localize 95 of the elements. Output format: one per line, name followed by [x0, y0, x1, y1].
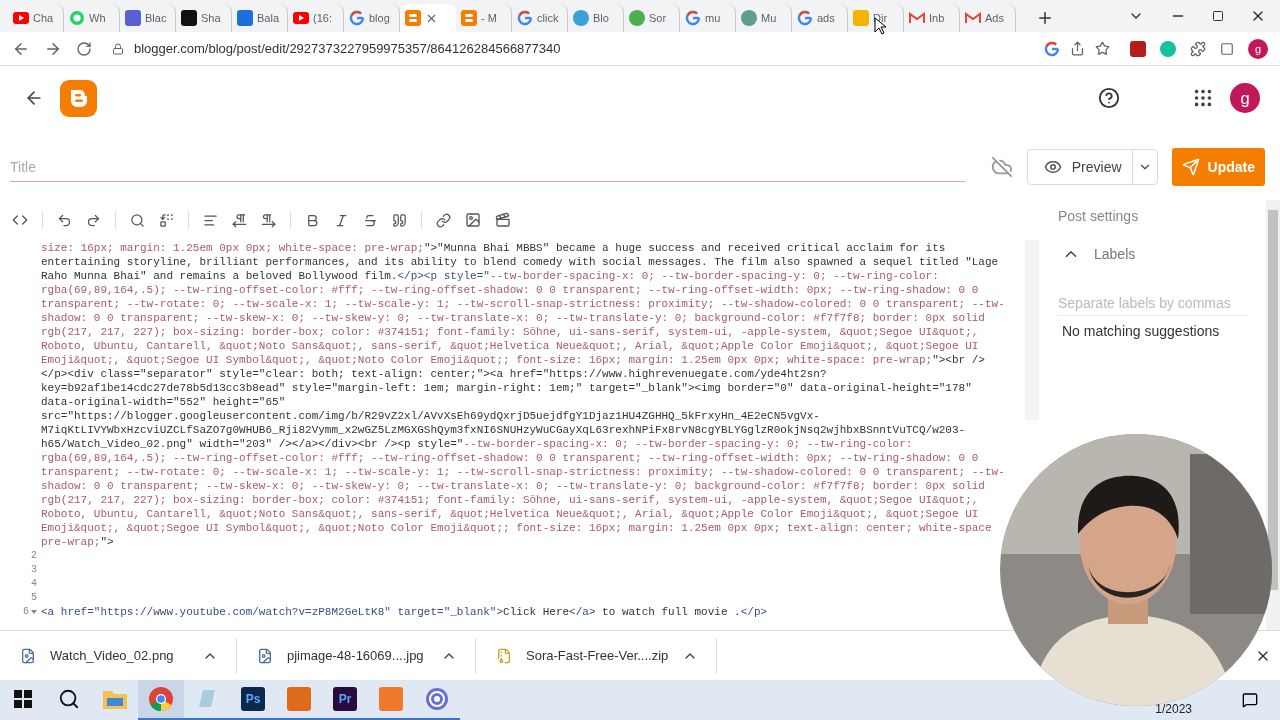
mail-icon: [965, 12, 981, 24]
line-number: 4: [31, 577, 37, 591]
code-line: pre-wrap;">: [41, 535, 114, 549]
bookmark-icon[interactable]: [1095, 41, 1110, 56]
undo-icon[interactable]: [57, 212, 72, 228]
cloud-off-icon: [990, 156, 1013, 178]
download-item[interactable]: pjimage-48-16069....jpg: [287, 648, 427, 663]
code-line: entertaining storyline, brilliant performances, and its ability to blend comedy with social messages. The film also spawned a sequel titled "Lage: [41, 255, 999, 269]
bold-icon[interactable]: [305, 212, 320, 228]
code-line: size: 16px; margin: 1.25em 0px 0px; white-space: pre-wrap;">"Munna Bhai MBBS" became a huge success and received critical acclaim for its: [41, 241, 946, 255]
line-number: 5: [31, 591, 37, 605]
lock-icon: [112, 42, 124, 55]
reload-icon[interactable]: [76, 40, 92, 57]
blogger-logo[interactable]: [60, 79, 97, 117]
code-line: transparent; --tw-rotate: 0; --tw-scale-x: 1; --tw-scale-y: 1; --tw-scroll-snap-strictness: proximity; --tw-shadow-colored: 0 0 transparent; --tw-: [41, 465, 1005, 479]
chrome-icon[interactable]: [149, 687, 173, 711]
profile-avatar[interactable]: g: [1248, 38, 1268, 59]
download-item[interactable]: Sora-Fast-Free-Ver....zip: [526, 648, 669, 663]
panel-heading: Post settings: [1058, 208, 1140, 226]
code-view-icon[interactable]: [12, 212, 28, 228]
code-line: </p><div class="separator" style="clear: both; text-align: center;"><a href="https://www.highrevenuegate.com/yde4ht2sn?: [41, 367, 827, 381]
code-line: transparent; --tw-rotate: 0; --tw-scale-x: 1; --tw-scale-y: 1; --tw-scroll-snap-strictness: proximity; --tw-shadow-colored: 0 0 transparent; --tw-: [41, 297, 1005, 311]
extensions-icon[interactable]: [1190, 40, 1206, 57]
replace-icon[interactable]: [159, 212, 174, 228]
code-line: data-original-width="552" height="65": [41, 395, 286, 409]
browser-tab[interactable]: [400, 4, 456, 32]
google-icon: [797, 10, 813, 26]
suggestion-text: No matching suggestions: [1061, 323, 1221, 339]
line-number: 6: [23, 605, 29, 619]
code-line: rgb(217, 217, 227); box-sizing: border-box; color: #374151; font-family: Söhne, ui-sans-serif, system-ui, -apple-system, &quot;Segoe UI&quot;,: [41, 325, 979, 339]
pilcrow-icon[interactable]: [232, 212, 247, 228]
code-line: src="https://blogger.googleusercontent.com/img/b/R29vZ2xl/AVvXsEh69ydQxrjD5uejdfgY1Djaz1HU4ZGHHQ_5kFrxyHn_4E2eCN5vgVx-: [41, 409, 820, 423]
line-number: 2: [31, 549, 37, 563]
windows-icon[interactable]: [14, 690, 32, 708]
align-icon[interactable]: [203, 212, 218, 228]
google-icon: [517, 10, 533, 26]
code-line: shadow: 0 0 transparent; --tw-skew-x: 0; --tw-skew-y: 0; --tw-translate-x: 0; --tw-translate-y: 0; background-color: #f7f7f8; border: 0px solid: [41, 311, 985, 325]
zip-file-icon: [496, 647, 512, 664]
folder-icon[interactable]: [103, 689, 127, 709]
blogger-icon: [461, 10, 477, 26]
side-panel-icon[interactable]: [1220, 41, 1234, 56]
code-line: rgb(217, 217, 227); box-sizing: border-box; color: #374151; font-family: Söhne, ui-sans-serif, system-ui, -apple-system, &quot;Segoe UI&quot;,: [41, 493, 979, 507]
code-line: M7iqKtLIVYWbxHzcviUZCLfSaZO7g0WHUB6_Rji82Vymm_x2wGZ5LzMGXGShQym3fxNI6SNUHzyWuCGayXqL63rexhNPiFx8rvN8cgYBLYGglzR0okjNsq2wjhbxBSnntVuTCQ/w203-: [41, 423, 966, 437]
line-number: 3: [31, 563, 37, 577]
restore-icon[interactable]: [1212, 10, 1224, 22]
clapperboard-icon[interactable]: [495, 212, 511, 228]
code-line: Emoji&quot;, &quot;Segoe UI Symbol&quot;, &quot;Noto Color Emoji&quot;; font-size: 16px; margin: 1.25em 0px 0px; text-align: center; white-space: [41, 521, 992, 535]
google-icon: [349, 10, 365, 26]
extension-icon[interactable]: [1130, 40, 1146, 57]
clock-text: 1/2023: [1155, 702, 1192, 716]
app-icon[interactable]: Ps: [241, 687, 265, 711]
code-line: Raho Munna Bhai" and remains a beloved Bollywood film.</p><p style="--tw-border-spacing-x: 0; --tw-border-spacing-y: 0; --tw-ring-color:: [41, 269, 939, 283]
chat-bubble-icon: [69, 10, 85, 26]
link-icon[interactable]: [436, 212, 451, 228]
search-icon[interactable]: [58, 688, 80, 710]
eye-icon: [1043, 158, 1062, 176]
redo-icon[interactable]: [86, 212, 101, 228]
notification-icon[interactable]: [1242, 692, 1258, 708]
image-file-icon: [20, 647, 36, 664]
quote-icon[interactable]: [392, 212, 407, 228]
video-play-icon: [293, 12, 309, 24]
code-line: rgba(69,89,164,.5); --tw-ring-offset-color: #fff; --tw-ring-offset-shadow: 0 0 transparent; --tw-ring-offset-width: 0px; --tw-ring-shadow: 0 0: [41, 283, 979, 297]
url-field[interactable]: blogger.com/blog/post/edit/2927373227959975357/864126284566877340: [134, 41, 1034, 56]
video-play-icon: [13, 12, 29, 24]
italic-icon[interactable]: [334, 212, 349, 228]
pilcrow-icon[interactable]: [261, 212, 276, 228]
new-tab-icon[interactable]: [1036, 9, 1054, 27]
code-line: <a href="https://www.youtube.com/watch?v=zP8M2GeLtK8" target="_blank">Click Here</a> to watch full movie .</p>: [41, 605, 768, 619]
labels-toggle[interactable]: Labels: [1058, 245, 1248, 263]
code-line: Emoji&quot;, &quot;Segoe UI Symbol&quot;, &quot;Noto Color Emoji&quot;; font-size: 16px; margin: 1.25em 0px 0px; white-space: pre-wrap;"><br />: [41, 353, 985, 367]
mail-icon: [909, 12, 925, 24]
code-line: Roboto, Ubuntu, Cantarell, &quot;Noto Sans&quot;, sans-serif, &quot;Helvetica Neue&quot;, Arial, &quot;Apple Color Emoji&quot;, &quot;Segoe UI: [41, 507, 979, 521]
blogger-icon: [405, 10, 421, 26]
app-icon[interactable]: Pr: [333, 687, 357, 711]
code-line: Roboto, Ubuntu, Cantarell, &quot;Noto Sans&quot;, sans-serif, &quot;Helvetica Neue&quot;, Arial, &quot;Apple Color Emoji&quot;, &quot;Segoe UI: [41, 339, 979, 353]
image-icon[interactable]: [465, 212, 481, 228]
code-line: rgba(69,89,164,.5); --tw-ring-offset-color: #fff; --tw-ring-offset-shadow: 0 0 transparent; --tw-ring-offset-width: 0px; --tw-ring-shadow: 0 0: [41, 451, 979, 465]
help-icon[interactable]: [1098, 87, 1120, 109]
share-icon[interactable]: [1070, 41, 1085, 56]
strikethrough-icon[interactable]: [363, 212, 378, 228]
send-icon: [1181, 158, 1200, 176]
app-icon[interactable]: [425, 687, 449, 711]
code-line: h65/Watch_Video_02.png" width="203" /></a></div><br /><p style="--tw-border-spacing-x: 0; --tw-border-spacing-y: 0; --tw-ring-color:: [41, 437, 913, 451]
google-icon: [1044, 40, 1060, 57]
scrollbar-thumb[interactable]: [1268, 210, 1278, 590]
download-item[interactable]: Watch_Video_02.png: [50, 648, 188, 663]
code-line: shadow: 0 0 transparent; --tw-skew-x: 0; --tw-skew-y: 0; --tw-translate-x: 0; --tw-translate-y: 0; background-color: #f7f7f8; border: 0px solid: [41, 479, 985, 493]
preview-button[interactable]: Preview: [1026, 149, 1158, 185]
search-icon[interactable]: [130, 212, 145, 228]
image-file-icon: [257, 647, 273, 664]
code-line: key=b92af1be14cdc27de78b5d13cc3b8ead" style="margin-left: 1em; margin-right: 1em;" target="_blank"><img border="0" data-original-height="178": [41, 381, 972, 395]
fold-icon[interactable]: [31, 609, 37, 615]
apps-icon[interactable]: [1192, 87, 1214, 109]
google-icon: [685, 10, 701, 26]
account-avatar[interactable]: g: [1230, 83, 1260, 113]
